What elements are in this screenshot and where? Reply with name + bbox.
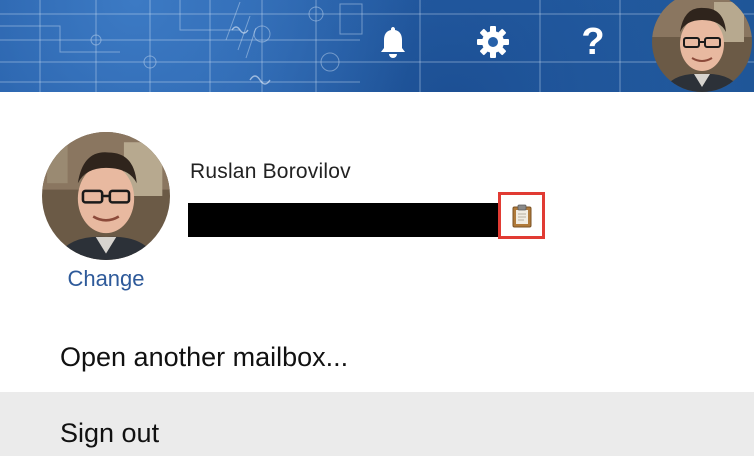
profile-avatar bbox=[42, 132, 170, 260]
user-photo-icon bbox=[42, 132, 170, 260]
help-button[interactable]: ? bbox=[571, 20, 615, 64]
header-banner: ? bbox=[0, 0, 754, 92]
sign-out-item[interactable]: Sign out bbox=[0, 392, 754, 456]
user-display-name: Ruslan Borovilov bbox=[190, 160, 351, 183]
question-mark-icon: ? bbox=[581, 21, 605, 63]
change-photo-link[interactable]: Change bbox=[42, 266, 170, 292]
open-another-mailbox-item[interactable]: Open another mailbox... bbox=[0, 330, 754, 392]
notifications-button[interactable] bbox=[371, 20, 415, 64]
account-panel: ? Change Ruslan Borovilov Open another m… bbox=[0, 0, 754, 456]
bell-icon bbox=[381, 27, 405, 58]
clipboard-icon bbox=[512, 204, 531, 227]
settings-button[interactable] bbox=[471, 20, 515, 64]
email-address-redacted bbox=[188, 203, 498, 237]
gear-icon bbox=[477, 26, 509, 58]
copy-email-button[interactable] bbox=[498, 192, 545, 239]
